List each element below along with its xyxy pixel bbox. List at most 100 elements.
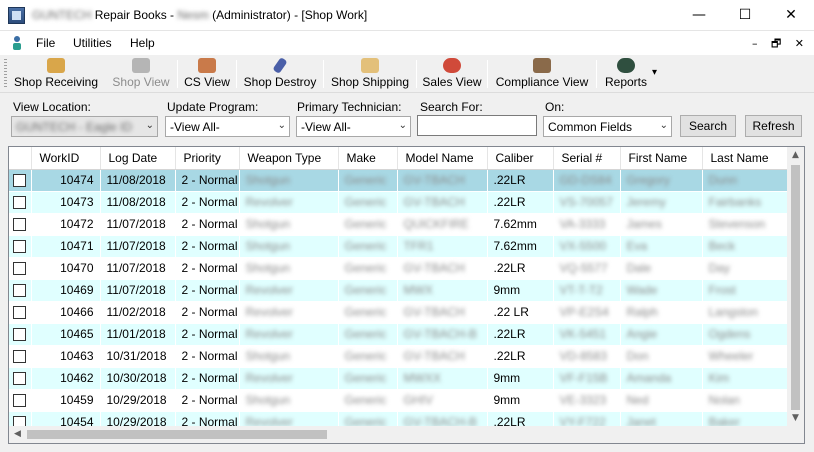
table-row[interactable]: 10459 10/29/2018 2 - Normal Shotgun Generic G… xyxy=(9,389,791,412)
table-row[interactable]: 10472 11/07/2018 2 - Normal Shotgun Generic Q… xyxy=(9,213,791,236)
column-header[interactable]: Make xyxy=(338,147,398,170)
menu-help-label: Help xyxy=(130,36,155,50)
horizontal-scroll-thumb[interactable] xyxy=(27,430,327,439)
close-button[interactable]: ✕ xyxy=(768,0,814,31)
cell-workid: 10470 xyxy=(31,257,101,280)
toolbar-separator xyxy=(487,60,488,88)
row-checkbox[interactable] xyxy=(13,306,26,320)
cell-workid: 10472 xyxy=(31,213,101,236)
horizontal-scrollbar[interactable]: ◀ ▶ xyxy=(9,426,804,443)
title-app: Repair Books - xyxy=(94,8,178,22)
column-header-select[interactable] xyxy=(9,147,32,170)
cell-date: 10/29/2018 xyxy=(100,389,176,412)
person-icon xyxy=(13,36,21,50)
row-checkbox[interactable] xyxy=(13,240,26,254)
cell-serial: VD-8583 xyxy=(553,345,621,368)
column-header[interactable]: Log Date xyxy=(100,147,176,170)
reports-button[interactable]: Reports xyxy=(602,56,650,92)
cell-last-value: Stevenson xyxy=(708,217,766,231)
vertical-scrollbar[interactable]: ▲ ▼ xyxy=(787,147,804,427)
search-field-combo[interactable]: Common Fields ⌄ xyxy=(543,116,672,137)
mdi-close-button[interactable]: ✕ xyxy=(795,37,804,50)
cell-priority: 2 - Normal xyxy=(175,367,240,390)
sales-view-button[interactable]: Sales View xyxy=(422,56,482,92)
compliance-view-button[interactable]: Compliance View xyxy=(493,56,591,92)
menu-help[interactable]: Help xyxy=(130,36,155,50)
cell-model: GV-TBACH-B xyxy=(397,323,488,346)
cell-first-value: Angie xyxy=(626,327,658,341)
vertical-scroll-thumb[interactable] xyxy=(791,165,800,410)
cell-last: Dunn xyxy=(702,169,791,192)
column-header[interactable]: Weapon Type xyxy=(239,147,339,170)
column-header[interactable]: Last Name xyxy=(702,147,791,170)
cell-model-value: GV-TBACH xyxy=(403,349,465,363)
column-header[interactable]: First Name xyxy=(620,147,703,170)
row-checkbox[interactable] xyxy=(13,284,26,298)
table-row[interactable]: 10470 11/07/2018 2 - Normal Shotgun Generic G… xyxy=(9,257,791,280)
table-row[interactable]: 10474 11/08/2018 2 - Normal Shotgun Generic G… xyxy=(9,169,791,192)
column-header[interactable]: Model Name xyxy=(397,147,488,170)
cell-make: Generic xyxy=(338,345,398,368)
scroll-down-icon[interactable]: ▼ xyxy=(787,410,804,427)
row-checkbox[interactable] xyxy=(13,394,26,408)
row-checkbox[interactable] xyxy=(13,328,26,342)
cell-first: Ralph xyxy=(620,301,703,324)
cs-view-button[interactable]: CS View xyxy=(183,56,231,92)
cell-serial: VE-3323 xyxy=(553,389,621,412)
table-row[interactable]: 10465 11/01/2018 2 - Normal Revolver Generic… xyxy=(9,323,791,346)
cell-workid: 10463 xyxy=(31,345,101,368)
table-row[interactable]: 10463 10/31/2018 2 - Normal Shotgun Generic G… xyxy=(9,345,791,368)
cell-last-value: Langston xyxy=(708,305,758,319)
cell-make-value: Generic xyxy=(344,261,387,275)
row-checkbox[interactable] xyxy=(13,196,26,210)
cell-first-value: Dale xyxy=(626,261,652,275)
cell-make-value: Generic xyxy=(344,393,387,407)
search-button[interactable]: Search xyxy=(680,115,736,137)
table-row[interactable]: 10471 11/07/2018 2 - Normal Shotgun Generic T… xyxy=(9,235,791,258)
table-row[interactable]: 10469 11/07/2018 2 - Normal Revolver Generic… xyxy=(9,279,791,302)
cell-serial-value: GD-DS84 xyxy=(559,173,612,187)
maximize-button[interactable]: ☐ xyxy=(722,0,768,31)
cell-first: Dale xyxy=(620,257,703,280)
cs-view-label: CS View xyxy=(184,75,230,89)
table-row[interactable]: 10473 11/08/2018 2 - Normal Revolver Generic… xyxy=(9,191,791,214)
reports-dropdown-arrow[interactable]: ▾ xyxy=(652,67,657,78)
menu-file[interactable]: File xyxy=(36,36,55,50)
scroll-up-icon[interactable]: ▲ xyxy=(787,147,804,164)
shop-destroy-button[interactable]: Shop Destroy xyxy=(242,56,318,92)
cell-workid: 10471 xyxy=(31,235,101,258)
row-checkbox[interactable] xyxy=(13,174,26,188)
column-header[interactable]: WorkID xyxy=(31,147,101,170)
primary-technician-combo[interactable]: -View All- ⌄ xyxy=(296,116,411,137)
table-row[interactable]: 10462 10/30/2018 2 - Normal Revolver Generic… xyxy=(9,367,791,390)
row-checkbox[interactable] xyxy=(13,350,26,364)
column-header[interactable]: Caliber xyxy=(487,147,554,170)
shop-receiving-button[interactable]: Shop Receiving xyxy=(12,56,100,92)
row-checkbox[interactable] xyxy=(13,218,26,232)
row-checkbox[interactable] xyxy=(13,372,26,386)
mdi-minimize-button[interactable]: – xyxy=(752,37,758,50)
table-row[interactable]: 10466 11/02/2018 2 - Normal Revolver Generic… xyxy=(9,301,791,324)
cell-serial: VX-5500 xyxy=(553,235,621,258)
mdi-restore-button[interactable]: 🗗 xyxy=(771,37,781,50)
cell-model: GV-TBACH xyxy=(397,301,488,324)
shop-shipping-button[interactable]: Shop Shipping xyxy=(329,56,411,92)
cell-caliber: 9mm xyxy=(487,279,554,302)
update-program-combo[interactable]: -View All- ⌄ xyxy=(165,116,290,137)
view-location-combo[interactable]: GUNTECH - Eagle ID ⌄ xyxy=(11,116,158,137)
menu-utilities[interactable]: Utilities xyxy=(73,36,112,50)
cell-make: Generic xyxy=(338,257,398,280)
column-header[interactable]: Priority xyxy=(175,147,240,170)
search-input[interactable] xyxy=(417,115,537,136)
minimize-button[interactable]: — xyxy=(676,0,722,31)
row-select-cell xyxy=(9,235,32,258)
refresh-button[interactable]: Refresh xyxy=(745,115,802,137)
toolbar-separator xyxy=(236,60,237,88)
row-checkbox[interactable] xyxy=(13,262,26,276)
column-header[interactable]: Serial # xyxy=(553,147,621,170)
cell-priority: 2 - Normal xyxy=(175,301,240,324)
shop-view-button[interactable]: Shop View xyxy=(110,56,172,92)
toolbar-grip[interactable] xyxy=(4,59,7,89)
cell-priority: 2 - Normal xyxy=(175,257,240,280)
scroll-left-icon[interactable]: ◀ xyxy=(9,426,26,443)
